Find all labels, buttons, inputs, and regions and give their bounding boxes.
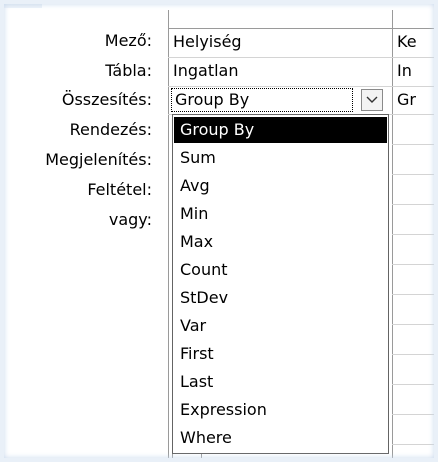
grid-row-line <box>392 294 438 295</box>
dropdown-option-sum[interactable]: Sum <box>174 145 387 171</box>
table-cell-column2[interactable]: In <box>393 58 438 84</box>
label-rendezes: Rendezés: <box>69 120 152 139</box>
total-combo-dropdown-button[interactable] <box>361 89 383 111</box>
grid-row-line <box>392 414 438 415</box>
total-combo-value[interactable]: Group By <box>171 88 353 112</box>
chevron-down-icon <box>366 96 378 103</box>
grid-row-line <box>392 144 438 145</box>
dropdown-option-where[interactable]: Where <box>174 425 387 451</box>
dropdown-option-group-by[interactable]: Group By <box>174 117 387 143</box>
label-feltetel: Feltétel: <box>87 180 152 199</box>
table-cell-ingatlan[interactable]: Ingatlan <box>169 58 391 84</box>
field-cell-helyiseg[interactable]: Helyiség <box>169 29 391 55</box>
dropdown-option-max[interactable]: Max <box>174 229 387 255</box>
dropdown-option-expression[interactable]: Expression <box>174 397 387 423</box>
grid-row-line <box>392 234 438 235</box>
label-tabla: Tábla: <box>105 61 152 80</box>
grid-row-line <box>392 324 438 325</box>
label-osszesites: Összesítés: <box>61 90 152 109</box>
field-cell-column2[interactable]: Ke <box>393 29 438 55</box>
label-mezo: Mező: <box>104 31 152 50</box>
total-cell-column2[interactable]: Gr <box>393 87 438 113</box>
grid-row-line <box>392 384 438 385</box>
window-corner <box>0 0 42 8</box>
dropdown-option-count[interactable]: Count <box>174 257 387 283</box>
label-megjelenites: Megjelenítés: <box>45 150 152 169</box>
horizontal-scrollbar-stub[interactable] <box>172 454 202 462</box>
total-dropdown-list: Group By Sum Avg Min Max Count StDev Var… <box>172 114 389 454</box>
grid-row-line <box>392 264 438 265</box>
grid-row-line <box>392 354 438 355</box>
dropdown-option-first[interactable]: First <box>174 341 387 367</box>
dropdown-option-min[interactable]: Min <box>174 201 387 227</box>
grid-row-line <box>392 174 438 175</box>
dropdown-option-avg[interactable]: Avg <box>174 173 387 199</box>
dropdown-option-last[interactable]: Last <box>174 369 387 395</box>
label-vagy: vagy: <box>108 210 152 229</box>
dropdown-option-var[interactable]: Var <box>174 313 387 339</box>
grid-row-line <box>392 444 438 445</box>
grid-row-line <box>392 204 438 205</box>
dropdown-option-stdev[interactable]: StDev <box>174 285 387 311</box>
